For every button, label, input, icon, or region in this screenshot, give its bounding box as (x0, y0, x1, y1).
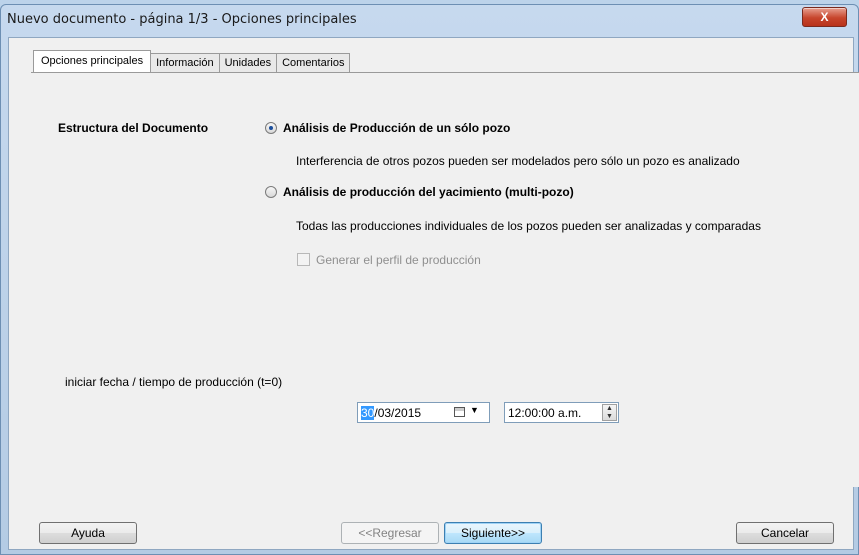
radio-single-well[interactable] (265, 122, 277, 134)
tab-panel: Estructura del Documento Análisis de Pro… (31, 72, 859, 487)
window-title: Nuevo documento - página 1/3 - Opciones … (7, 12, 357, 27)
tab-opciones-principales[interactable]: Opciones principales (33, 50, 152, 72)
date-month-year: /03/2015 (374, 406, 422, 420)
close-icon: X (820, 10, 829, 24)
calendar-dropdown[interactable]: ▼ (454, 405, 484, 419)
date-day-segment[interactable]: 30 (361, 406, 375, 420)
radio-multi-well[interactable] (265, 186, 277, 198)
cancel-button[interactable]: Cancelar (736, 522, 834, 544)
start-date-label: iniciar fecha / tiempo de producción (t=… (65, 375, 283, 389)
radio-multi-well-label[interactable]: Análisis de producción del yacimiento (m… (283, 185, 574, 199)
spin-down-icon[interactable]: ▼ (606, 413, 613, 420)
tab-unidades[interactable]: Unidades (218, 53, 278, 72)
back-button[interactable]: <<Regresar (341, 522, 439, 544)
profile-checkbox[interactable] (297, 253, 310, 266)
start-time-field[interactable]: 12:00:00 a.m. ▲ ▼ (504, 402, 619, 423)
time-spinner[interactable]: ▲ ▼ (602, 404, 617, 421)
tab-informacion[interactable]: Información (150, 53, 220, 72)
start-date-value[interactable]: 30/03/2015 (361, 406, 421, 420)
start-date-picker[interactable]: 30/03/2015 ▼ (357, 402, 490, 423)
structure-label: Estructura del Documento (58, 121, 209, 135)
tab-comentarios[interactable]: Comentarios (276, 53, 351, 72)
dialog-window: Nuevo documento - página 1/3 - Opciones … (0, 4, 859, 555)
dialog-client: Opciones principales Información Unidade… (8, 37, 859, 550)
single-well-description: Interferencia de otros pozos pueden ser … (296, 154, 740, 168)
next-button[interactable]: Siguiente>> (444, 522, 542, 544)
title-bar[interactable]: Nuevo documento - página 1/3 - Opciones … (1, 5, 858, 33)
spin-up-icon[interactable]: ▲ (606, 405, 613, 412)
profile-checkbox-label: Generar el perfil de producción (316, 253, 481, 267)
start-time-value[interactable]: 12:00:00 a.m. (508, 406, 581, 420)
chevron-down-icon: ▼ (470, 405, 479, 415)
calendar-icon (454, 407, 465, 417)
tab-strip: Opciones principales Información Unidade… (33, 50, 351, 72)
radio-single-well-label[interactable]: Análisis de Producción de un sólo pozo (283, 121, 510, 135)
close-button[interactable]: X (802, 7, 847, 27)
help-button[interactable]: Ayuda (39, 522, 137, 544)
multi-well-description: Todas las producciones individuales de l… (296, 219, 761, 233)
